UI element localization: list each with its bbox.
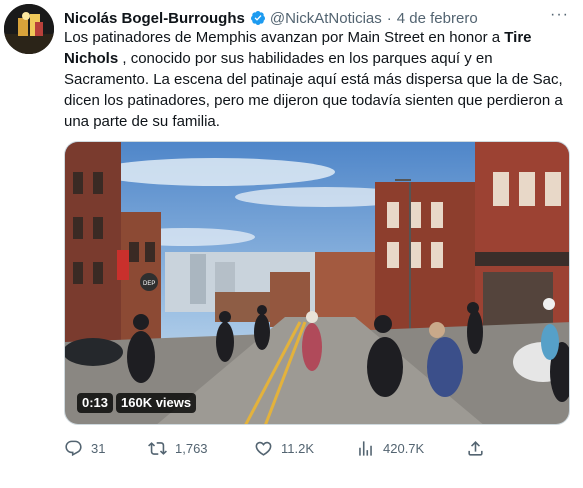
share-icon [468,440,483,456]
like-count: 11.2K [281,440,315,456]
header-separator: · [386,9,392,27]
author-handle[interactable]: @NickAtNoticias [270,10,382,27]
tweet-text-part2: , conocido por sus habilidades en los pa… [64,50,563,130]
street-sign-text: DEP [143,281,155,287]
reply-icon [65,440,82,456]
views-button[interactable]: 420.7K [356,437,424,459]
author-name[interactable]: Nicolás Bogel-Burroughs [64,10,245,27]
video-player[interactable]: DEP 0:13 160K views [64,141,570,425]
video-view-count: 160K views [116,393,197,413]
tweet-header: Nicolás Bogel-Burroughs @NickAtNoticias … [64,8,573,28]
retweet-button[interactable]: 1,763 [148,437,208,459]
verified-badge-icon [250,11,265,26]
avatar-image [4,4,54,54]
video-duration: 0:13 [77,393,114,413]
reply-button[interactable]: 31 [64,437,105,459]
author-avatar[interactable] [4,4,54,54]
tweet-date[interactable]: 4 de febrero [397,10,478,27]
tweet-text: Los patinadores de Memphis avanzan por M… [64,27,576,132]
tweet-text-part1: Los patinadores de Memphis avanzan por M… [64,29,505,46]
reply-count: 31 [91,440,106,456]
more-options-icon[interactable]: ··· [550,6,569,24]
views-icon [359,440,372,456]
like-button[interactable]: 11.2K [254,437,314,459]
retweet-count: 1,763 [175,440,208,456]
like-icon [255,441,272,456]
retweet-icon [148,441,167,455]
view-count: 420.7K [383,440,425,456]
tweet-actions: 31 1,763 11.2K 420.7K [64,437,576,459]
share-button[interactable] [466,437,485,459]
video-frame: DEP [65,142,569,424]
